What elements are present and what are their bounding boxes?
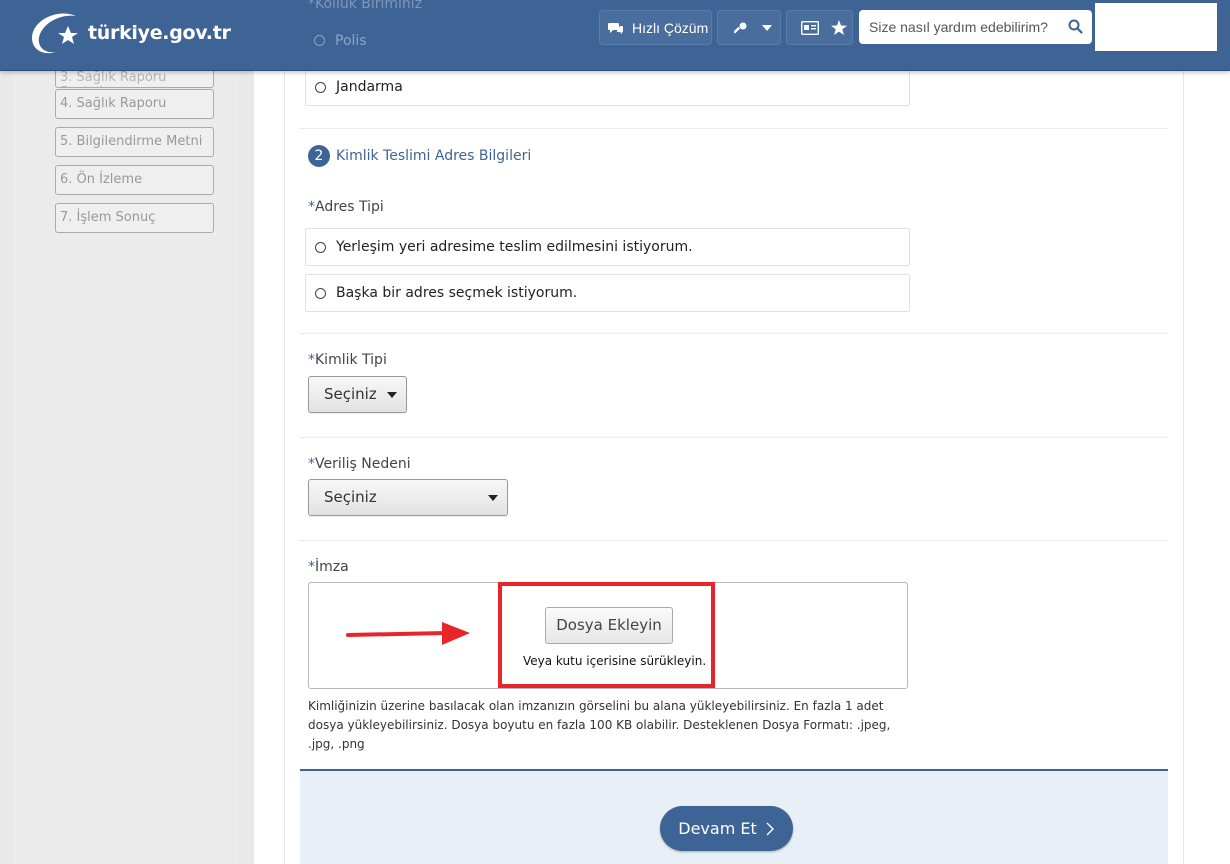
id-type-select[interactable]: Seçiniz (308, 376, 407, 413)
caret-down-icon (488, 495, 498, 501)
highlight-box (498, 582, 715, 688)
address-type-label: *Adres Tipi (308, 199, 384, 215)
logo-text: türkiye.gov.tr (88, 22, 231, 44)
step-item[interactable]: 7. İşlem Sonuç (55, 203, 214, 233)
select-value: Seçiniz (324, 385, 377, 403)
required-mark: * (308, 559, 315, 575)
continue-button[interactable]: Devam Et (660, 806, 793, 851)
required-mark: * (308, 199, 315, 215)
section-heading: 2 Kimlik Teslimi Adres Bilgileri (308, 145, 531, 167)
site-logo[interactable]: türkiye.gov.tr (28, 8, 231, 58)
quick-solution-button[interactable]: Hızlı Çözüm (599, 10, 712, 45)
login-menu-button[interactable] (717, 10, 781, 45)
star-icon[interactable] (831, 20, 847, 35)
required-mark: * (308, 456, 315, 472)
ghost-field-label: *Kolluk Biriminiz (308, 0, 423, 12)
radio-label: Başka bir adres seçmek istiyorum. (336, 285, 578, 301)
section-number-badge: 2 (308, 145, 330, 167)
reason-label: *Veriliş Nedeni (308, 456, 411, 472)
radio-label: Jandarma (336, 79, 403, 95)
required-mark: * (308, 352, 315, 368)
divider (300, 540, 1168, 541)
crescent-star-icon (32, 13, 78, 54)
chat-bubble-icon (608, 22, 623, 34)
radio-option-other-address[interactable]: Başka bir adres seçmek istiyorum. (305, 274, 910, 312)
caret-down-icon (762, 24, 772, 31)
form-footer: Devam Et (300, 769, 1168, 864)
radio-button[interactable] (315, 288, 326, 299)
id-card-icon (801, 20, 819, 35)
select-value: Seçiniz (324, 488, 377, 506)
key-icon (734, 22, 747, 33)
step-item[interactable]: 4. Sağlık Raporu (55, 89, 214, 119)
radio-button[interactable] (315, 82, 326, 93)
search-icon[interactable] (1068, 19, 1083, 34)
upload-help-text: Kimliğinizin üzerine basılacak olan imza… (308, 699, 891, 751)
search-input[interactable] (869, 19, 1067, 35)
signature-label: *İmza (308, 559, 349, 575)
profile-favorites-button[interactable] (786, 10, 853, 45)
chevron-right-icon (766, 822, 774, 835)
label-text: Adres Tipi (315, 199, 384, 215)
divider (300, 437, 1168, 438)
section-title: Kimlik Teslimi Adres Bilgileri (336, 148, 532, 164)
caret-down-icon (387, 392, 397, 398)
quick-solution-label: Hızlı Çözüm (632, 19, 709, 36)
main-content: Jandarma 2 Kimlik Teslimi Adres Bilgiler… (254, 0, 1230, 864)
button-label: Devam Et (678, 819, 757, 838)
ghost-radio-polis: Polis (314, 33, 367, 49)
header-blank-area (1095, 3, 1217, 51)
red-arrow-icon (346, 622, 470, 645)
radio-label: Polis (335, 33, 367, 49)
radio-option-residence-address[interactable]: Yerleşim yeri adresime teslim edilmesini… (305, 228, 910, 266)
top-header: *Kolluk Biriminiz Polis türkiye.gov.tr H… (0, 0, 1230, 71)
id-type-label: *Kimlik Tipi (308, 352, 387, 368)
divider (300, 128, 1168, 129)
step-item[interactable]: 6. Ön İzleme (55, 165, 214, 195)
step-sidebar: 3. Sağlık Raporu Seçimi 4. Sağlık Raporu… (13, 59, 238, 864)
label-text: İmza (315, 559, 349, 575)
label-text: Kimlik Tipi (315, 352, 387, 368)
search-box[interactable] (859, 10, 1092, 44)
radio-label: Yerleşim yeri adresime teslim edilmesini… (336, 239, 693, 255)
radio-button (314, 35, 325, 46)
radio-button[interactable] (315, 242, 326, 253)
reason-select[interactable]: Seçiniz (308, 479, 508, 516)
label-text: Veriliş Nedeni (315, 456, 411, 472)
radio-option-jandarma[interactable]: Jandarma (305, 68, 910, 106)
divider (300, 333, 1168, 334)
step-item[interactable]: 5. Bilgilendirme Metni (55, 127, 214, 157)
